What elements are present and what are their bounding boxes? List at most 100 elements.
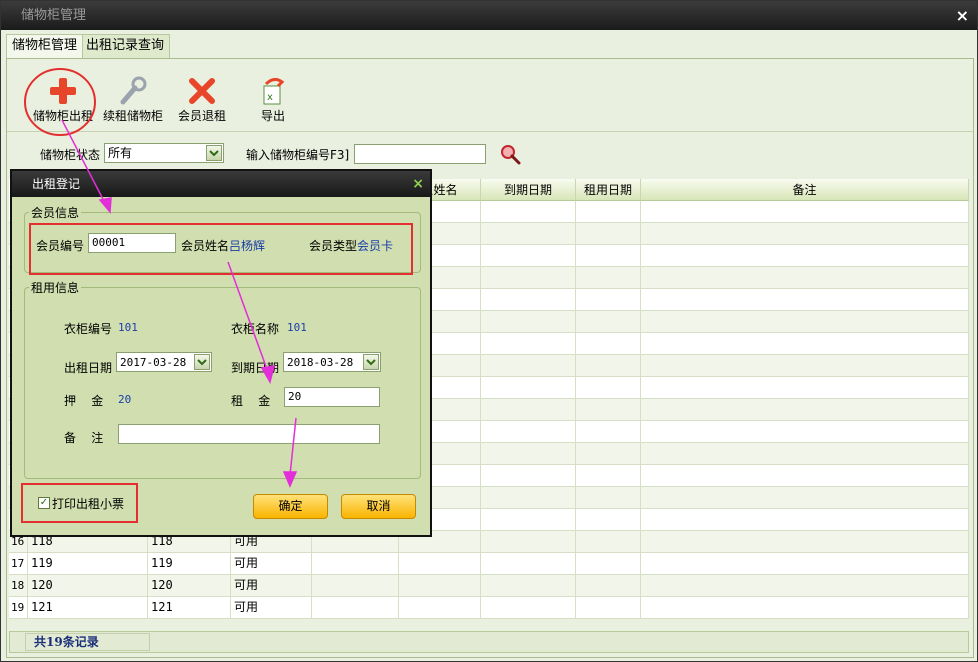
table-cell — [576, 465, 641, 486]
excel-export-icon: x — [260, 75, 286, 107]
table-cell — [576, 487, 641, 508]
locker-no-value: 101 — [118, 321, 138, 334]
table-cell — [576, 531, 641, 552]
table-cell-status: 可用 — [231, 575, 312, 596]
table-cell — [576, 575, 641, 596]
rent-date-value: 2017-03-28 — [120, 356, 187, 369]
member-info-highlight — [29, 223, 413, 275]
table-cell — [641, 399, 969, 420]
table-cell — [641, 223, 969, 244]
title-bar: 储物柜管理 × — [1, 1, 977, 30]
status-filter-select[interactable]: 所有 — [104, 143, 224, 163]
table-cell — [576, 223, 641, 244]
table-cell — [399, 597, 481, 618]
rent-fee-label: 租 金 — [231, 394, 271, 408]
table-row[interactable]: 18 120 120 可用 — [9, 575, 969, 597]
expire-date-label: 到期日期 — [231, 361, 280, 375]
table-cell — [481, 531, 576, 552]
table-cell — [641, 575, 969, 596]
table-cell — [481, 597, 576, 618]
tab-locker-management[interactable]: 储物柜管理 — [6, 34, 84, 58]
table-cell — [576, 421, 641, 442]
table-cell-code: 120 — [28, 575, 148, 596]
table-cell — [481, 223, 576, 244]
column-header-rent-date[interactable]: 租用日期 — [576, 179, 641, 201]
table-cell — [399, 553, 481, 574]
deposit-label: 押 金 — [64, 394, 104, 408]
rent-fee-input[interactable]: 20 — [284, 387, 380, 407]
cancel-button[interactable]: 取消 — [341, 494, 416, 519]
print-receipt-highlight — [21, 483, 138, 523]
chevron-down-icon[interactable] — [206, 145, 222, 161]
add-icon — [33, 75, 93, 107]
table-cell-idx: 17 — [9, 553, 28, 574]
member-return-button[interactable]: 会员退租 — [178, 75, 226, 124]
chevron-down-icon[interactable] — [194, 354, 210, 370]
table-cell — [641, 377, 969, 398]
table-cell — [641, 355, 969, 376]
table-cell-status: 可用 — [231, 553, 312, 574]
table-cell — [576, 355, 641, 376]
table-cell — [312, 597, 399, 618]
renew-locker-button[interactable]: 续租储物柜 — [103, 75, 163, 124]
confirm-button[interactable]: 确定 — [253, 494, 328, 519]
table-cell — [481, 333, 576, 354]
chevron-down-icon[interactable] — [363, 354, 379, 370]
column-header-expire-date[interactable]: 到期日期 — [481, 179, 576, 201]
tab-bar: 储物柜管理 出租记录查询 — [4, 31, 974, 58]
rent-date-picker[interactable]: 2017-03-28 — [116, 352, 212, 372]
close-icon[interactable]: × — [956, 1, 969, 30]
table-cell — [576, 597, 641, 618]
rent-locker-label: 储物柜出租 — [33, 109, 94, 123]
export-label: 导出 — [260, 109, 285, 123]
table-row[interactable]: 17 119 119 可用 — [9, 553, 969, 575]
table-cell — [641, 201, 969, 222]
table-cell — [641, 421, 969, 442]
search-icon[interactable] — [499, 143, 521, 168]
table-cell — [481, 421, 576, 442]
remark-input[interactable] — [118, 424, 380, 444]
table-cell — [481, 443, 576, 464]
table-cell-name: 121 — [148, 597, 231, 618]
table-cell — [576, 267, 641, 288]
table-cell-idx: 19 — [9, 597, 28, 618]
export-button[interactable]: x 导出 — [260, 75, 286, 124]
table-cell — [481, 289, 576, 310]
member-info-legend: 会员信息 — [29, 204, 82, 221]
status-bar: 共19条记录 — [9, 631, 969, 653]
remark-label: 备 注 — [64, 431, 104, 445]
table-cell — [481, 245, 576, 266]
table-cell — [576, 553, 641, 574]
table-cell — [481, 201, 576, 222]
rent-locker-button[interactable]: 储物柜出租 — [33, 75, 93, 124]
table-row[interactable]: 19 121 121 可用 — [9, 597, 969, 619]
wrench-icon — [103, 75, 163, 107]
rent-info-group: 租用信息 — [24, 279, 421, 479]
table-cell — [481, 465, 576, 486]
table-cell — [641, 597, 969, 618]
table-cell — [576, 201, 641, 222]
locker-code-input[interactable] — [354, 144, 486, 164]
table-cell — [481, 355, 576, 376]
member-return-label: 会员退租 — [178, 109, 227, 123]
tab-rental-records[interactable]: 出租记录查询 — [80, 34, 171, 58]
table-cell — [641, 311, 969, 332]
table-cell — [576, 443, 641, 464]
table-cell-name: 119 — [148, 553, 231, 574]
dialog-close-icon[interactable]: × — [412, 171, 424, 197]
table-cell — [481, 509, 576, 530]
table-cell — [576, 509, 641, 530]
table-cell — [641, 553, 969, 574]
expire-date-picker[interactable]: 2018-03-28 — [283, 352, 381, 372]
renew-locker-label: 续租储物柜 — [103, 109, 164, 123]
locker-code-label: 输入储物柜编号F3] — [246, 148, 350, 162]
table-cell — [576, 333, 641, 354]
table-cell — [641, 443, 969, 464]
column-header-remark[interactable]: 备注 — [641, 179, 969, 201]
table-cell — [641, 487, 969, 508]
table-cell — [576, 289, 641, 310]
table-cell — [641, 531, 969, 552]
rent-info-legend: 租用信息 — [29, 279, 82, 296]
table-cell — [576, 399, 641, 420]
table-cell-code: 121 — [28, 597, 148, 618]
